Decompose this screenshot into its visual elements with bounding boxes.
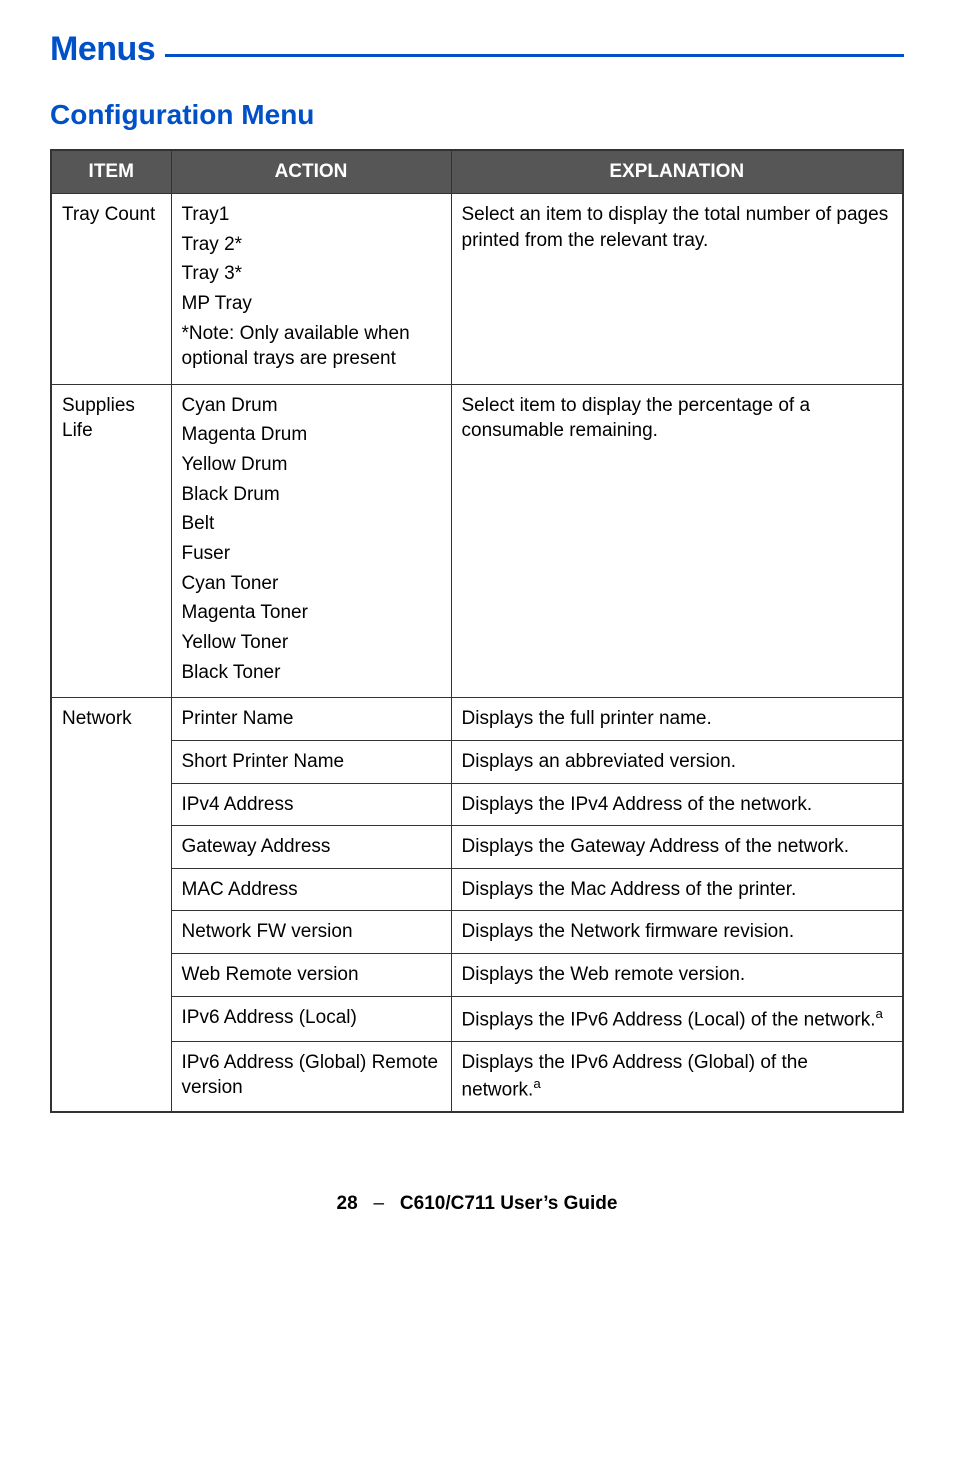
table-row: NetworkPrinter NameDisplays the full pri… <box>51 698 903 741</box>
action-line: Cyan Toner <box>182 571 441 597</box>
action-line: Magenta Drum <box>182 422 441 448</box>
table-action-cell: Cyan Drum Magenta Drum Yellow Drum Black Dr… <box>171 384 451 697</box>
table-action-cell: IPv6 Address (Global) Remote version <box>171 1041 451 1112</box>
table-row: Tray Count Tray1 Tray 2* Tray 3* MP Tray *Not… <box>51 194 903 385</box>
action-line: Magenta Toner <box>182 600 441 626</box>
col-header-action: ACTION <box>171 150 451 194</box>
table-row: Short Printer NameDisplays an abbreviate… <box>51 740 903 783</box>
table-action-cell: Printer Name <box>171 698 451 741</box>
action-line: Belt <box>182 511 441 537</box>
table-explanation-cell: Displays the IPv4 Address of the network… <box>451 783 903 826</box>
table-action-cell: Tray1 Tray 2* Tray 3* MP Tray *Note: Only av… <box>171 194 451 385</box>
table-item-cell: Supplies Life <box>51 384 171 697</box>
page-title-text: Menus <box>50 30 165 69</box>
table-action-cell: IPv6 Address (Local) <box>171 996 451 1041</box>
table-item-cell: Tray Count <box>51 194 171 385</box>
table-explanation-cell: Displays the Mac Address of the printer. <box>451 868 903 911</box>
table-explanation-cell: Displays the Network firmware revision. <box>451 911 903 954</box>
table-row: Gateway AddressDisplays the Gateway Addr… <box>51 826 903 869</box>
col-header-explanation: EXPLANATION <box>451 150 903 194</box>
table-explanation-cell: Displays the Gateway Address of the netw… <box>451 826 903 869</box>
action-line: Tray 2* <box>182 232 441 258</box>
page-title: Menus <box>50 30 904 69</box>
table-row: MAC AddressDisplays the Mac Address of t… <box>51 868 903 911</box>
action-line: Cyan Drum <box>182 393 441 419</box>
table-explanation-cell: Select an item to display the total numb… <box>451 194 903 385</box>
table-row: IPv6 Address (Local)Displays the IPv6 Ad… <box>51 996 903 1041</box>
action-line: *Note: Only available when optional tray… <box>182 321 441 372</box>
table-action-cell: IPv4 Address <box>171 783 451 826</box>
action-line: Fuser <box>182 541 441 567</box>
action-line: Yellow Toner <box>182 630 441 656</box>
configuration-table: ITEM ACTION EXPLANATION Tray CountTray1T… <box>50 149 904 1113</box>
table-item-cell: Network <box>51 698 171 1113</box>
page-number: 28 <box>337 1193 358 1214</box>
table-row: IPv6 Address (Global) Remote versionDisp… <box>51 1041 903 1112</box>
action-line: Yellow Drum <box>182 452 441 478</box>
col-header-item: ITEM <box>51 150 171 194</box>
table-action-cell: Web Remote version <box>171 954 451 997</box>
page-footer: 28 – C610/C711 User’s Guide <box>50 1193 904 1215</box>
table-explanation-cell: Displays the full printer name. <box>451 698 903 741</box>
table-row: Supplies Life Cyan Drum Magenta Drum Yellow… <box>51 384 903 697</box>
action-line: Black Drum <box>182 482 441 508</box>
table-explanation-cell: Select item to display the percentage of… <box>451 384 903 697</box>
table-explanation-cell: Displays an abbreviated version. <box>451 740 903 783</box>
table-action-cell: Gateway Address <box>171 826 451 869</box>
title-underline <box>165 54 904 57</box>
section-title: Configuration Menu <box>50 99 904 131</box>
table-action-cell: Network FW version <box>171 911 451 954</box>
table-explanation-cell: Displays the Web remote version. <box>451 954 903 997</box>
table-action-cell: Short Printer Name <box>171 740 451 783</box>
action-line: Tray 3* <box>182 261 441 287</box>
table-row: IPv4 AddressDisplays the IPv4 Address of… <box>51 783 903 826</box>
action-line: Tray1 <box>182 202 441 228</box>
table-explanation-cell: Displays the IPv6 Address (Local) of the… <box>451 996 903 1041</box>
guide-title: C610/C711 User’s Guide <box>400 1193 618 1214</box>
table-row: Network FW versionDisplays the Network f… <box>51 911 903 954</box>
table-explanation-cell: Displays the IPv6 Address (Global) of th… <box>451 1041 903 1112</box>
footer-sep: – <box>373 1193 384 1214</box>
action-line: Black Toner <box>182 660 441 686</box>
table-action-cell: MAC Address <box>171 868 451 911</box>
table-row: Web Remote versionDisplays the Web remot… <box>51 954 903 997</box>
action-line: MP Tray <box>182 291 441 317</box>
